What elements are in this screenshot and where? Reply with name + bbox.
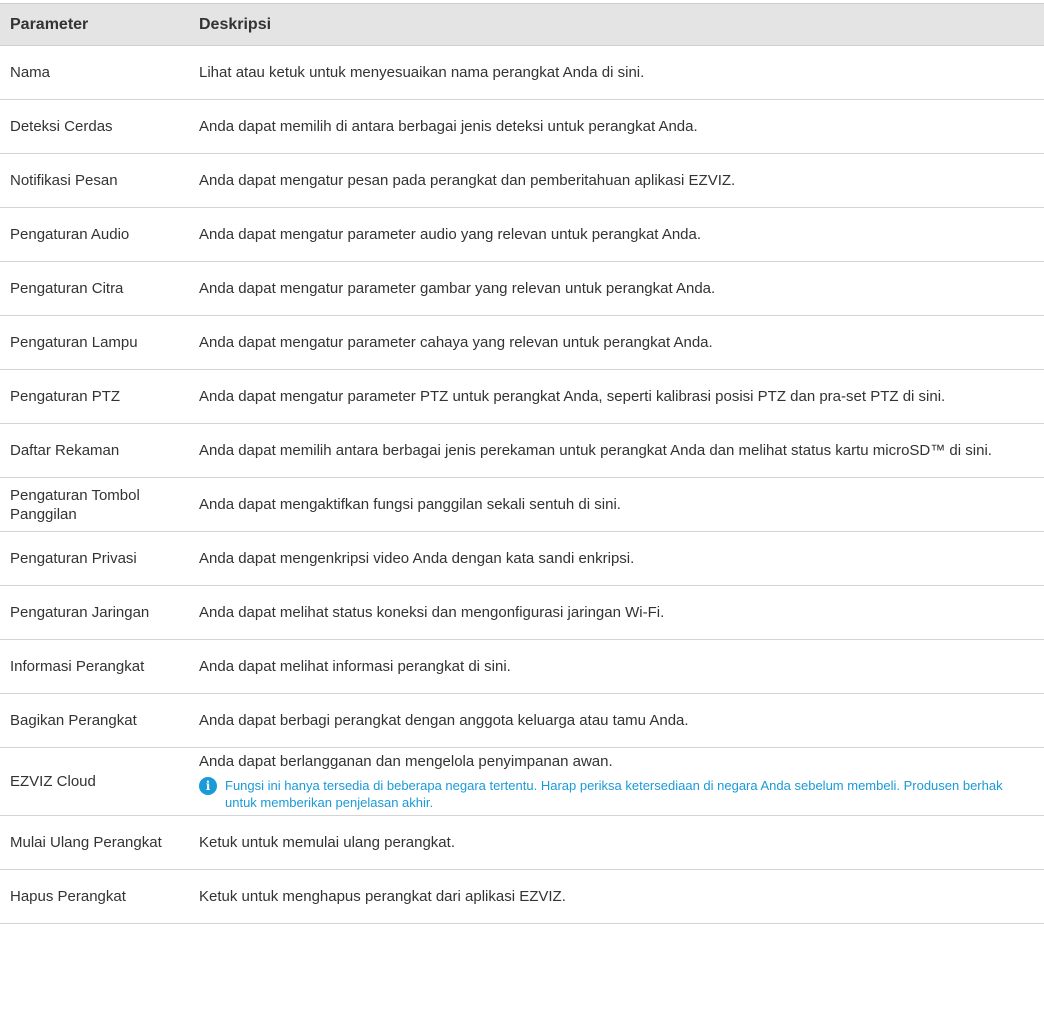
table-row: Daftar Rekaman Anda dapat memilih antara…	[0, 423, 1044, 478]
param-cell: Mulai Ulang Perangkat	[0, 815, 199, 870]
param-cell: Pengaturan Lampu	[0, 315, 199, 370]
desc-cell: Anda dapat mengenkripsi video Anda denga…	[199, 531, 1044, 586]
param-cell: Informasi Perangkat	[0, 639, 199, 694]
header-parameter: Parameter	[0, 3, 199, 46]
table-row: Nama Lihat atau ketuk untuk menyesuaikan…	[0, 45, 1044, 100]
table-row: Pengaturan Tombol Panggilan Anda dapat m…	[0, 477, 1044, 532]
desc-cell: Anda dapat berlangganan dan mengelola pe…	[199, 747, 1044, 816]
param-cell: Pengaturan Tombol Panggilan	[0, 477, 199, 532]
desc-cell: Anda dapat mengatur pesan pada perangkat…	[199, 153, 1044, 208]
param-cell: Bagikan Perangkat	[0, 693, 199, 748]
param-cell: Pengaturan Citra	[0, 261, 199, 316]
desc-cell: Anda dapat melihat informasi perangkat d…	[199, 639, 1044, 694]
desc-cell: Ketuk untuk memulai ulang perangkat.	[199, 815, 1044, 870]
desc-text: Anda dapat berlangganan dan mengelola pe…	[199, 753, 613, 770]
param-cell: Nama	[0, 45, 199, 100]
table-row: EZVIZ Cloud Anda dapat berlangganan dan …	[0, 747, 1044, 816]
table-row: Deteksi Cerdas Anda dapat memilih di ant…	[0, 99, 1044, 154]
desc-cell: Anda dapat melihat status koneksi dan me…	[199, 585, 1044, 640]
desc-cell: Lihat atau ketuk untuk menyesuaikan nama…	[199, 45, 1044, 100]
param-cell: Pengaturan Privasi	[0, 531, 199, 586]
param-cell: Daftar Rekaman	[0, 423, 199, 478]
table-header-row: Parameter Deskripsi	[0, 3, 1044, 46]
desc-cell: Anda dapat memilih antara berbagai jenis…	[199, 423, 1044, 478]
param-cell: Notifikasi Pesan	[0, 153, 199, 208]
param-cell: Hapus Perangkat	[0, 869, 199, 924]
desc-cell: Anda dapat memilih di antara berbagai je…	[199, 99, 1044, 154]
table-row: Pengaturan Privasi Anda dapat mengenkrip…	[0, 531, 1044, 586]
desc-cell: Anda dapat berbagi perangkat dengan angg…	[199, 693, 1044, 748]
table-row: Pengaturan Lampu Anda dapat mengatur par…	[0, 315, 1044, 370]
table-row: Pengaturan Jaringan Anda dapat melihat s…	[0, 585, 1044, 640]
table-row: Pengaturan PTZ Anda dapat mengatur param…	[0, 369, 1044, 424]
info-icon: i	[199, 777, 217, 795]
desc-cell: Anda dapat mengatur parameter gambar yan…	[199, 261, 1044, 316]
table-row: Informasi Perangkat Anda dapat melihat i…	[0, 639, 1044, 694]
desc-cell: Anda dapat mengatur parameter cahaya yan…	[199, 315, 1044, 370]
table-row: Pengaturan Audio Anda dapat mengatur par…	[0, 207, 1044, 262]
desc-cell: Anda dapat mengatur parameter audio yang…	[199, 207, 1044, 262]
desc-cell: Anda dapat mengatur parameter PTZ untuk …	[199, 369, 1044, 424]
param-cell: Pengaturan Audio	[0, 207, 199, 262]
param-cell: Pengaturan PTZ	[0, 369, 199, 424]
table-row: Hapus Perangkat Ketuk untuk menghapus pe…	[0, 869, 1044, 924]
param-cell: Deteksi Cerdas	[0, 99, 199, 154]
desc-cell: Anda dapat mengaktifkan fungsi panggilan…	[199, 477, 1044, 532]
availability-note: i Fungsi ini hanya tersedia di beberapa …	[199, 777, 1030, 811]
header-deskripsi: Deskripsi	[199, 3, 1044, 46]
param-cell: EZVIZ Cloud	[0, 747, 199, 816]
param-cell: Pengaturan Jaringan	[0, 585, 199, 640]
document-page: Parameter Deskripsi Nama Lihat atau ketu…	[0, 0, 1044, 1028]
table-row: Mulai Ulang Perangkat Ketuk untuk memula…	[0, 815, 1044, 870]
note-text: Fungsi ini hanya tersedia di beberapa ne…	[225, 778, 1003, 810]
desc-cell: Ketuk untuk menghapus perangkat dari apl…	[199, 869, 1044, 924]
table-row: Pengaturan Citra Anda dapat mengatur par…	[0, 261, 1044, 316]
parameter-table: Parameter Deskripsi Nama Lihat atau ketu…	[0, 3, 1044, 924]
table-row: Notifikasi Pesan Anda dapat mengatur pes…	[0, 153, 1044, 208]
table-row: Bagikan Perangkat Anda dapat berbagi per…	[0, 693, 1044, 748]
